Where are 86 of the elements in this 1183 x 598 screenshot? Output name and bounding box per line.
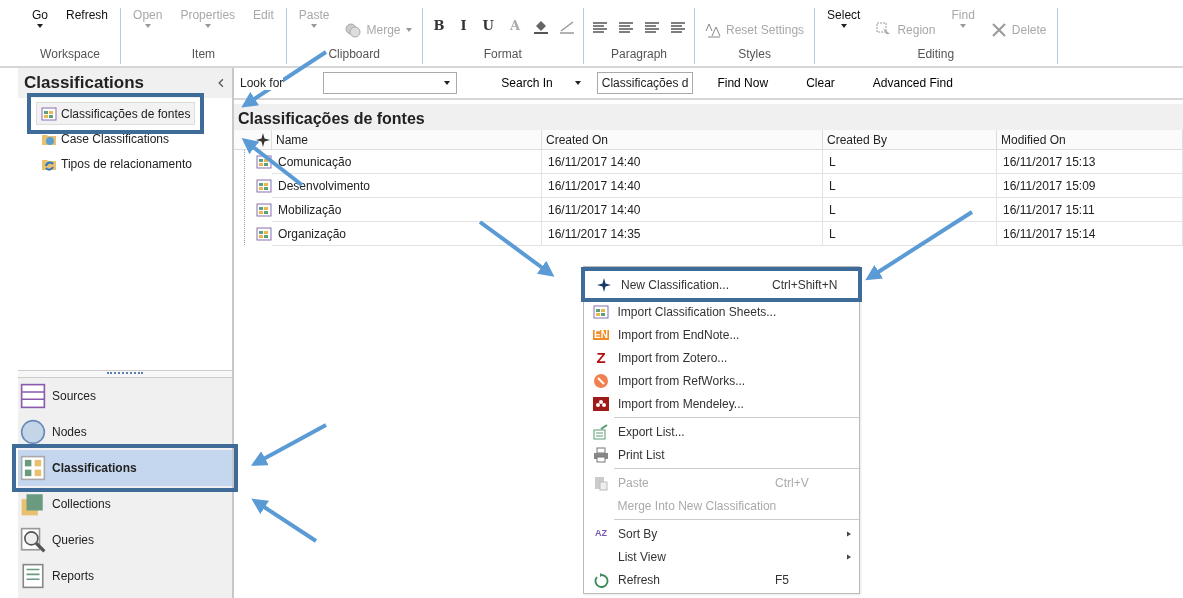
tree-item[interactable]: Tipos de relacionamento (36, 152, 197, 175)
ribbon-button[interactable]: Go (28, 8, 52, 28)
navigator-title: Classifications (24, 73, 144, 93)
table-cell: L (823, 150, 997, 174)
list-title: Classificações de fontes (234, 104, 1183, 130)
group-label: Paragraph (610, 47, 669, 61)
menu-item[interactable]: Import Classification Sheets... (584, 300, 859, 323)
printer-icon (593, 446, 609, 463)
table-cell: 16/11/2017 14:40 (542, 198, 823, 222)
table-cell: L (823, 174, 997, 198)
column-header[interactable]: Created On (542, 130, 823, 150)
group-label: Styles (737, 47, 772, 61)
menu-item[interactable]: List View (584, 545, 859, 568)
format-button[interactable]: B (430, 18, 448, 33)
section-item[interactable]: Sources (18, 378, 232, 414)
table-cell: L (823, 198, 997, 222)
menu-item[interactable]: AZ Sort By (584, 522, 859, 545)
column-header[interactable]: Modified On (997, 130, 1183, 150)
group-label: Item (190, 47, 217, 61)
export-icon (593, 423, 609, 440)
table-cell: Comunicação (272, 150, 542, 174)
mendeley-icon (593, 395, 609, 412)
menu-item[interactable]: Import from Mendeley... (584, 392, 859, 415)
classification-icon (256, 177, 272, 194)
section-item[interactable]: Reports (18, 558, 232, 594)
menu-item[interactable]: Refresh F5 (584, 568, 859, 591)
ribbon-button[interactable]: Select (823, 8, 865, 28)
classification-icon (256, 225, 272, 242)
table-cell: 16/11/2017 15:11 (997, 198, 1183, 222)
circles-icon (345, 22, 362, 38)
find-bar-button[interactable]: Find Now (703, 76, 783, 90)
refresh-icon (593, 571, 609, 588)
search-in-button[interactable]: Search In (495, 75, 587, 91)
sheet-icon (592, 303, 609, 320)
menu-item[interactable]: Print List (584, 443, 859, 466)
table-cell: 16/11/2017 14:35 (542, 222, 823, 246)
group-label: Format (482, 47, 523, 61)
group-label: Editing (916, 47, 956, 61)
table-cell: 16/11/2017 14:40 (542, 150, 823, 174)
group-label: Workspace (39, 47, 101, 61)
table-cell: 16/11/2017 15:13 (997, 150, 1183, 174)
drawer-icon (20, 383, 46, 409)
find-bar-button[interactable]: Advanced Find (858, 76, 967, 90)
close-icon (990, 22, 1007, 38)
search-in-field[interactable]: Classificações d (596, 72, 694, 94)
submenu-arrow-icon (845, 552, 853, 561)
look-for-label: Look for (240, 76, 284, 90)
table-cell: L (823, 222, 997, 246)
font-size-icon (705, 22, 722, 38)
find-bar-button[interactable]: Clear (792, 76, 849, 90)
table-cell: 16/11/2017 15:14 (997, 222, 1183, 246)
table-cell: Organização (272, 222, 542, 246)
tree-item[interactable]: Case Classifications (36, 127, 175, 150)
annotation-arrow (251, 498, 318, 543)
submenu-arrow-icon (845, 529, 853, 538)
table-cell: Desenvolvimento (272, 174, 542, 198)
section-item[interactable]: Nodes (18, 414, 232, 450)
section-item[interactable]: Collections (18, 486, 232, 522)
menu-item[interactable]: Z Import from Zotero... (584, 346, 859, 369)
format-button[interactable]: U (479, 18, 497, 33)
clipboard-icon (593, 474, 609, 491)
table-cell: 16/11/2017 15:09 (997, 174, 1183, 198)
endnote-icon: EN (593, 329, 609, 340)
refworks-icon (593, 372, 609, 389)
menu-item[interactable]: New Classification... Ctrl+Shift+N (587, 273, 856, 296)
ribbon-button[interactable]: Refresh (62, 8, 113, 22)
format-button[interactable]: I (457, 18, 470, 33)
stack-icon (20, 491, 46, 517)
grid-icon (20, 455, 46, 481)
classification-icon (256, 201, 272, 218)
look-for-field[interactable] (323, 72, 458, 94)
table-cell: Mobilização (272, 198, 542, 222)
menu-item[interactable]: Import from RefWorks... (584, 369, 859, 392)
zotero-icon: Z (595, 350, 607, 365)
group-label: Clipboard (327, 47, 381, 61)
column-header[interactable]: Name (272, 130, 542, 150)
circle-icon (20, 419, 46, 445)
section-item[interactable]: Queries (18, 522, 232, 558)
table-cell: 16/11/2017 14:40 (542, 174, 823, 198)
menu-item[interactable]: Export List... (584, 420, 859, 443)
column-header[interactable]: Created By (823, 130, 997, 150)
menu-item[interactable]: EN Import from EndNote... (584, 323, 859, 346)
report-icon (20, 563, 46, 589)
collapse-icon (216, 77, 226, 89)
classification-icon (41, 105, 57, 122)
sort-icon: AZ (594, 529, 608, 538)
